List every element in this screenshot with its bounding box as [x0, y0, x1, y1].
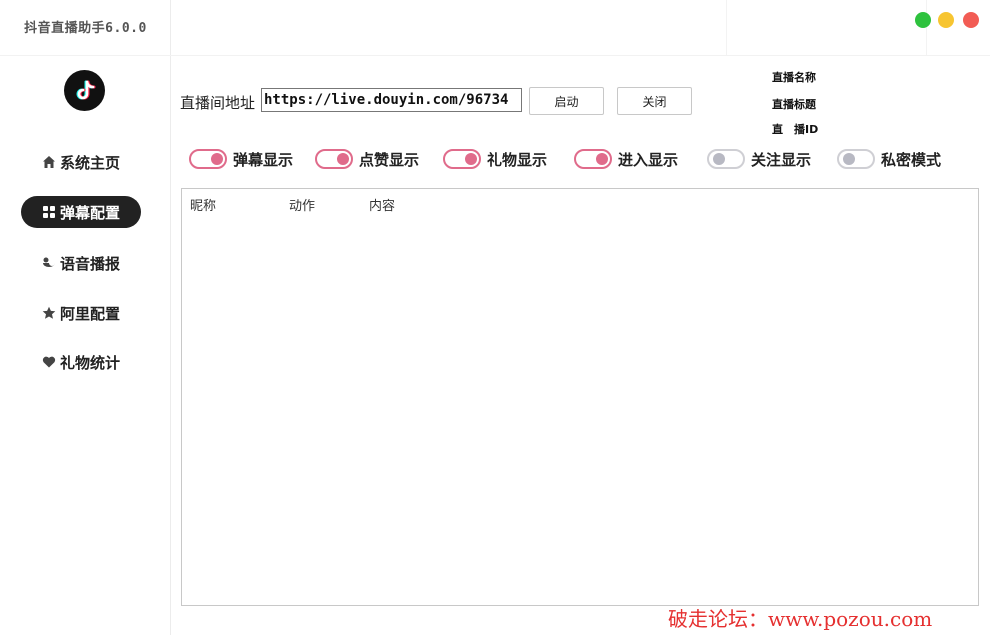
- tiktok-logo-icon: [64, 70, 105, 111]
- toggle-switch[interactable]: [837, 149, 875, 169]
- sidebar-item-label: 系统主页: [59, 153, 120, 172]
- live-id-label: 直 播ID: [772, 123, 819, 136]
- top-separator: [926, 0, 927, 55]
- title-divider: [0, 55, 171, 56]
- live-name-label: 直播名称: [772, 71, 816, 84]
- sidebar: 抖音直播助手6.0.0 系统主页 弹幕配置 语音播报 阿里配置 礼物统计: [0, 0, 171, 635]
- column-header-nickname[interactable]: 昵称: [190, 195, 216, 214]
- sidebar-item-voice[interactable]: 语音播报: [21, 247, 141, 279]
- toggle-switch[interactable]: [707, 149, 745, 169]
- toggle-knob: [337, 153, 349, 165]
- stop-button[interactable]: 关闭: [617, 87, 692, 115]
- toggle-knob: [713, 153, 725, 165]
- sidebar-item-label: 礼物统计: [59, 353, 120, 372]
- column-header-content[interactable]: 内容: [369, 195, 395, 214]
- toggle-like-display[interactable]: 点赞显示: [315, 147, 419, 171]
- watermark-text: 破走论坛：www.pozou.com: [668, 607, 933, 631]
- sidebar-item-ali-config[interactable]: 阿里配置: [21, 297, 141, 329]
- app-title: 抖音直播助手6.0.0: [24, 21, 147, 36]
- toggle-label: 礼物显示: [487, 150, 548, 169]
- sidebar-item-label: 阿里配置: [59, 304, 120, 323]
- message-table[interactable]: 昵称 动作 内容: [181, 188, 979, 606]
- start-button[interactable]: 启动: [529, 87, 604, 115]
- room-url-input[interactable]: [261, 88, 522, 112]
- heart-icon: [42, 355, 56, 369]
- toggle-gift-display[interactable]: 礼物显示: [443, 147, 547, 171]
- toggle-knob: [596, 153, 608, 165]
- voice-icon: [42, 256, 56, 270]
- column-header-action[interactable]: 动作: [289, 195, 315, 214]
- close-window-button[interactable]: [963, 12, 979, 28]
- toggle-enter-display[interactable]: 进入显示: [574, 147, 678, 171]
- toggle-label: 私密模式: [881, 150, 942, 169]
- toggle-knob: [211, 153, 223, 165]
- grid-icon: [42, 205, 56, 219]
- sidebar-item-gift-stats[interactable]: 礼物统计: [21, 346, 141, 378]
- toggle-knob: [843, 153, 855, 165]
- toggle-label: 进入显示: [618, 150, 679, 169]
- home-icon: [42, 155, 56, 169]
- sidebar-item-home[interactable]: 系统主页: [21, 146, 141, 178]
- room-url-label: 直播间地址: [180, 94, 256, 112]
- toggle-switch[interactable]: [574, 149, 612, 169]
- toggle-knob: [465, 153, 477, 165]
- toggle-private-mode[interactable]: 私密模式: [837, 147, 941, 171]
- toggle-follow-display[interactable]: 关注显示: [707, 147, 811, 171]
- toggle-switch[interactable]: [189, 149, 227, 169]
- star-icon: [42, 306, 56, 320]
- app-window: 抖音直播助手6.0.0 系统主页 弹幕配置 语音播报 阿里配置 礼物统计 直播间…: [0, 0, 990, 635]
- sidebar-item-danmu-config[interactable]: 弹幕配置: [21, 196, 141, 228]
- toggle-danmu-display[interactable]: 弹幕显示: [189, 147, 293, 171]
- minimize-button[interactable]: [938, 12, 954, 28]
- top-separator: [726, 0, 727, 55]
- toggle-label: 弹幕显示: [233, 150, 294, 169]
- sidebar-item-label: 语音播报: [59, 254, 120, 273]
- maximize-button[interactable]: [915, 12, 931, 28]
- toggle-switch[interactable]: [443, 149, 481, 169]
- toggle-switch[interactable]: [315, 149, 353, 169]
- live-title-label: 直播标题: [772, 98, 816, 111]
- toggle-label: 点赞显示: [359, 150, 420, 169]
- toggle-label: 关注显示: [751, 150, 812, 169]
- header-divider: [171, 55, 990, 56]
- sidebar-item-label: 弹幕配置: [59, 203, 120, 222]
